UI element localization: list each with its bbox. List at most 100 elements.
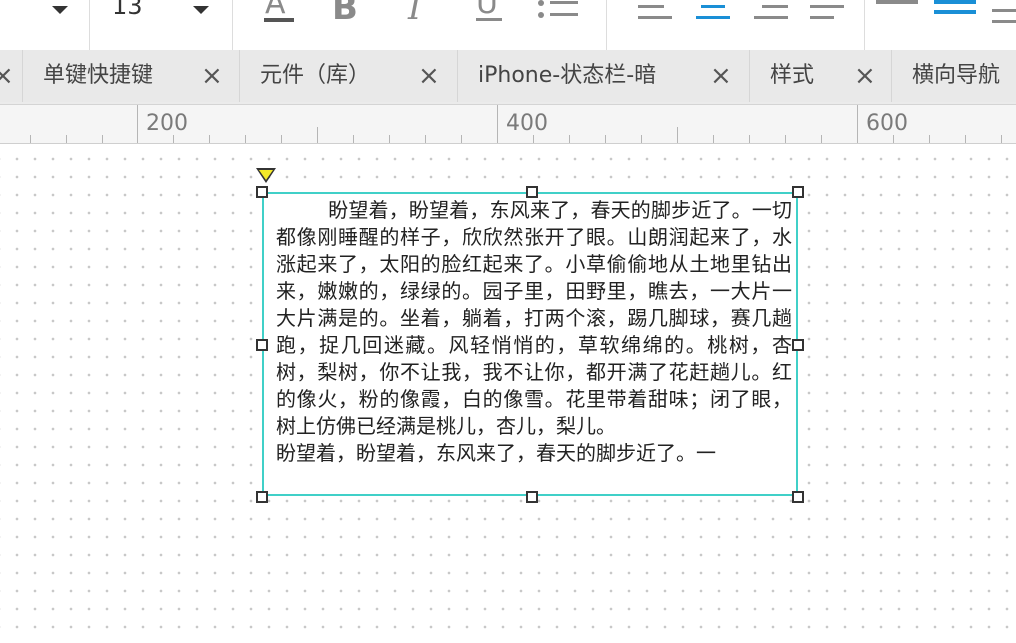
tab-label: 横向导航 <box>912 63 1001 88</box>
tab-partial-left[interactable]: × <box>0 50 23 102</box>
spacing-line <box>934 0 976 4</box>
ruler-tick <box>785 135 786 143</box>
resize-handle-bottom-center[interactable] <box>526 491 538 503</box>
ruler-tick <box>102 135 103 143</box>
align-line <box>638 5 664 8</box>
spacing-line <box>992 20 1016 23</box>
ruler-tick-major <box>497 105 498 143</box>
pin-fill <box>259 170 273 180</box>
resize-handle-middle-left[interactable] <box>256 339 268 351</box>
ruler-tick <box>965 135 966 143</box>
ruler-tick-major <box>857 105 858 143</box>
ruler-tick <box>353 135 354 143</box>
close-icon[interactable]: × <box>854 62 876 90</box>
resize-handle-middle-right[interactable] <box>792 339 804 351</box>
document-tab-bar: × 单键快捷键 × 元件（库） × iPhone-状态栏-暗 × 样式 × 横向… <box>0 50 1016 105</box>
line-spacing-single-icon[interactable] <box>876 0 918 10</box>
resize-handle-top-center[interactable] <box>526 186 538 198</box>
text-widget[interactable]: 盼望着，盼望着，东风来了，春天的脚步近了。一切都像刚睡醒的样子，欣欣然张开了眼。… <box>262 192 798 496</box>
font-size-dropdown-caret-icon[interactable] <box>193 6 209 14</box>
toolbar-separator <box>864 0 865 50</box>
toolbar-separator <box>89 0 90 50</box>
ruler-tick <box>30 135 31 143</box>
bullet-list-icon[interactable] <box>538 0 580 24</box>
toolbar-separator <box>606 0 607 50</box>
resize-handle-bottom-right[interactable] <box>792 491 804 503</box>
text-widget-content[interactable]: 盼望着，盼望着，东风来了，春天的脚步近了。一切都像刚睡醒的样子，欣欣然张开了眼。… <box>276 197 792 493</box>
tab-label: 元件（库） <box>260 63 371 88</box>
ruler-label: 600 <box>866 111 908 136</box>
align-line <box>638 16 672 19</box>
widget-anchor-pin-icon[interactable] <box>256 168 276 183</box>
ruler-tick <box>821 135 822 143</box>
ruler-tick-mid <box>317 127 318 143</box>
ruler-tick <box>893 135 894 143</box>
ruler-tick <box>389 135 390 143</box>
close-icon[interactable]: × <box>710 62 732 90</box>
ruler-tick <box>66 135 67 143</box>
align-line <box>754 16 788 19</box>
ruler-tick <box>749 135 750 143</box>
tab-styles[interactable]: 样式 × <box>750 50 892 102</box>
spacing-line <box>934 10 976 14</box>
ruler-tick <box>245 135 246 143</box>
tab-iphone-status-bar[interactable]: iPhone-状态栏-暗 × <box>458 50 750 102</box>
ruler-tick <box>605 135 606 143</box>
font-color-icon[interactable]: A <box>262 0 296 30</box>
ruler-tick <box>641 135 642 143</box>
justify-icon[interactable] <box>810 0 846 24</box>
align-line <box>701 5 725 8</box>
font-size-value[interactable]: 13 <box>112 0 143 20</box>
horizontal-ruler: 200 400 600 <box>0 105 1016 144</box>
align-line <box>762 5 788 8</box>
tab-horizontal-nav[interactable]: 横向导航 <box>892 50 1016 102</box>
resize-handle-bottom-left[interactable] <box>256 491 268 503</box>
tab-label: 单键快捷键 <box>43 63 154 88</box>
italic-icon[interactable]: I <box>404 0 438 30</box>
ruler-tick <box>461 135 462 143</box>
bold-glyph: B <box>332 0 358 28</box>
ruler-tick-major <box>137 105 138 143</box>
bullet-dot <box>538 0 544 6</box>
font-family-dropdown-caret-icon[interactable] <box>52 6 68 14</box>
ruler-tick <box>173 135 174 143</box>
ruler-label: 400 <box>506 111 548 136</box>
ruler-tick <box>533 135 534 143</box>
bullet-line <box>550 13 578 16</box>
align-right-icon[interactable] <box>754 0 790 24</box>
ruler-label: 200 <box>146 111 188 136</box>
close-icon[interactable]: × <box>418 62 440 90</box>
font-color-swatch <box>264 18 294 22</box>
line-spacing-triple-icon[interactable] <box>992 0 1016 26</box>
ruler-tick <box>929 135 930 143</box>
tab-widget-library[interactable]: 元件（库） × <box>240 50 458 102</box>
line-spacing-double-icon[interactable] <box>934 0 976 16</box>
resize-handle-top-right[interactable] <box>792 186 804 198</box>
align-left-icon[interactable] <box>638 0 674 24</box>
italic-glyph: I <box>408 0 422 28</box>
ruler-tick-mid <box>677 127 678 143</box>
bullet-line <box>550 1 578 4</box>
spacing-line <box>876 0 918 4</box>
ruler-tick <box>713 135 714 143</box>
tab-label: iPhone-状态栏-暗 <box>478 63 657 88</box>
ruler-tick <box>1001 135 1002 143</box>
tab-shortcut-keys[interactable]: 单键快捷键 × <box>23 50 240 102</box>
align-line <box>696 16 730 19</box>
toolbar-separator <box>232 0 233 50</box>
ruler-tick <box>569 135 570 143</box>
ruler-tick <box>281 135 282 143</box>
spacing-line <box>992 9 1016 12</box>
align-line <box>810 5 844 8</box>
align-line <box>810 16 834 19</box>
tab-label: 样式 <box>770 63 815 88</box>
underline-icon[interactable]: U <box>474 0 508 30</box>
underline-bar <box>476 18 502 21</box>
close-icon[interactable]: × <box>0 62 14 90</box>
bullet-dot <box>538 12 544 18</box>
align-center-icon[interactable] <box>696 0 732 24</box>
resize-handle-top-left[interactable] <box>256 186 268 198</box>
ruler-tick <box>209 135 210 143</box>
close-icon[interactable]: × <box>201 62 223 90</box>
bold-icon[interactable]: B <box>332 0 366 30</box>
